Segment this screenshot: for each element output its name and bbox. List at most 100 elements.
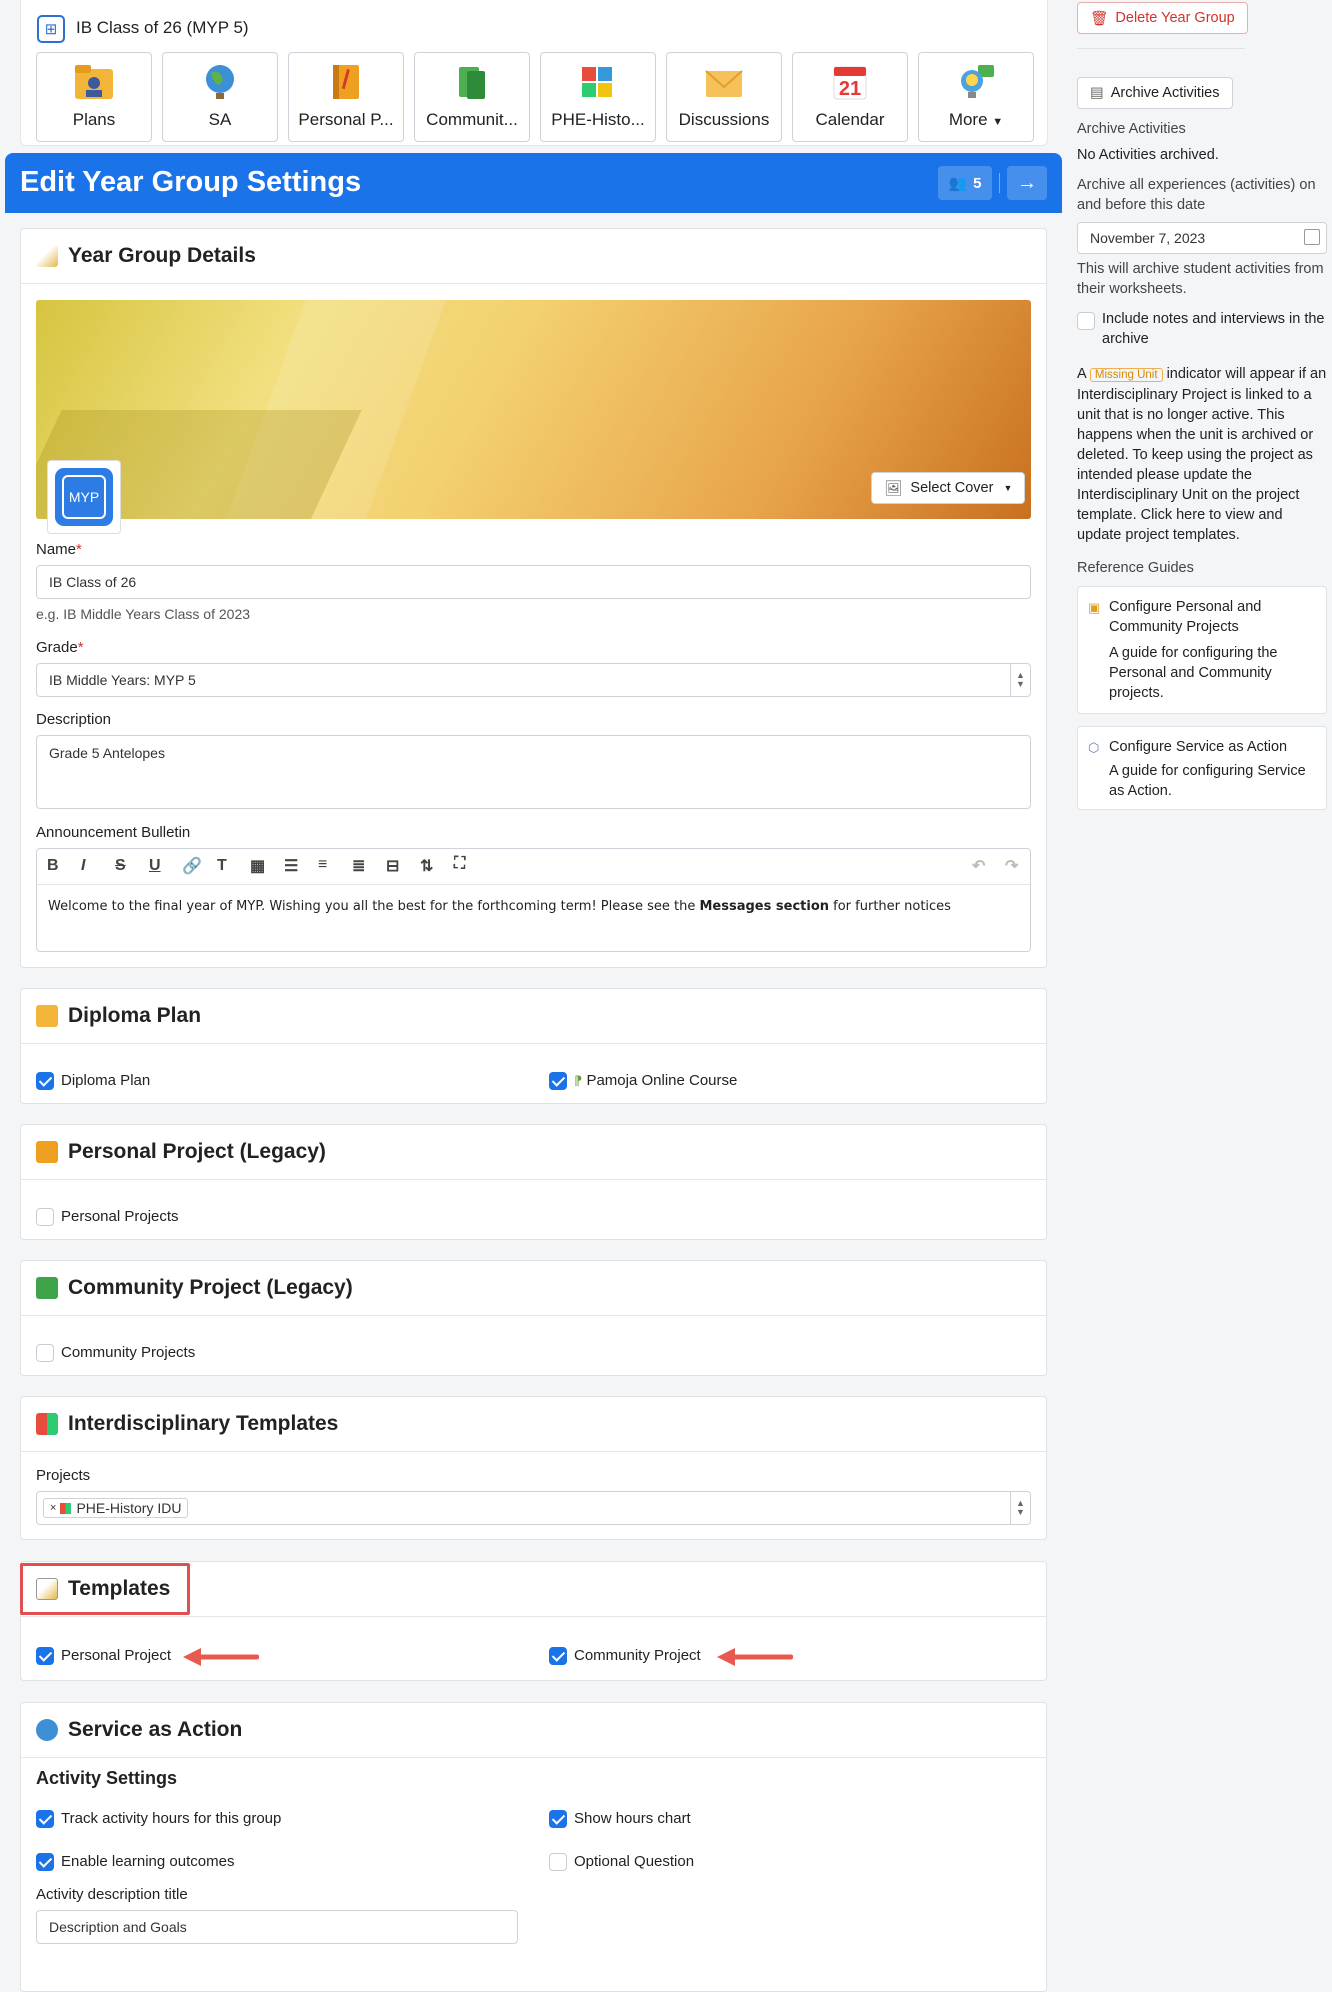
panel-title: Diploma Plan: [68, 1004, 202, 1027]
undo-icon[interactable]: ↶: [972, 856, 985, 876]
description-textarea[interactable]: Grade 5 Antelopes: [36, 735, 1031, 809]
grade-label: Grade*: [36, 639, 84, 656]
personal-project-checkbox[interactable]: [36, 1647, 54, 1665]
personal-project-label: Personal Project: [61, 1647, 172, 1664]
remove-tag-icon[interactable]: ×: [50, 1502, 56, 1514]
tile-more[interactable]: More ▼: [918, 52, 1034, 142]
projects-label: Projects: [36, 1467, 91, 1484]
interdisciplinary-panel: Interdisciplinary Templates Projects × PH…: [20, 1396, 1047, 1540]
archive-icon: ▤: [1090, 85, 1104, 101]
bullet-list-icon[interactable]: ☰: [284, 856, 298, 876]
archive-date-input[interactable]: November 7, 2023: [1077, 222, 1327, 254]
learning-outcomes-label: Enable learning outcomes: [61, 1853, 235, 1870]
name-input[interactable]: IB Class of 26: [36, 565, 1031, 599]
diploma-plan-panel: Diploma Plan Diploma Plan ⁋ Pamoja Onlin…: [20, 988, 1047, 1104]
delete-year-group-button[interactable]: 🗑 Delete Year Group: [1077, 2, 1248, 34]
members-button[interactable]: 👥 5: [938, 166, 992, 200]
tile-label: Personal P...: [298, 110, 394, 129]
align-icon[interactable]: ≣: [352, 856, 365, 876]
underline-icon[interactable]: U: [149, 857, 161, 875]
show-hours-chart-label: Show hours chart: [574, 1810, 691, 1827]
select-cover-button[interactable]: 🖼 Select Cover ▼: [871, 472, 1026, 504]
missing-unit-info: A Missing Unit indicator will appear if …: [1077, 366, 1327, 543]
learning-outcomes-checkbox[interactable]: [36, 1853, 54, 1871]
caret-down-icon: ▼: [992, 116, 1004, 128]
select-arrows-icon: ▲ ▼: [1010, 1492, 1030, 1524]
svg-text:21: 21: [839, 78, 861, 100]
activity-desc-title-label: Activity description title: [36, 1886, 188, 1903]
personal-project-panel: Personal Project (Legacy) Personal Proje…: [20, 1124, 1047, 1240]
community-projects-checkbox[interactable]: [36, 1344, 54, 1362]
tile-phe-history[interactable]: PHE-Histo...: [540, 52, 656, 142]
community-project-checkbox[interactable]: [549, 1647, 567, 1665]
pamoja-logo-icon: ⁋: [574, 1073, 583, 1088]
notebook-icon: [333, 65, 359, 99]
tile-plans[interactable]: Plans: [36, 52, 152, 142]
no-archived-text: No Activities archived.: [1077, 147, 1219, 163]
activity-desc-title-input[interactable]: Description and Goals: [36, 1910, 518, 1944]
divider: [1077, 48, 1245, 49]
trash-icon: 🗑: [1090, 10, 1109, 27]
personal-projects-label: Personal Projects: [61, 1208, 179, 1225]
optional-question-checkbox[interactable]: [549, 1853, 567, 1871]
strikethrough-icon[interactable]: S: [115, 857, 126, 875]
memo-icon: [36, 245, 58, 267]
tile-community-project[interactable]: Communit...: [414, 52, 530, 142]
panel-title: Community Project (Legacy): [68, 1276, 353, 1299]
include-notes-checkbox[interactable]: [1077, 312, 1095, 330]
fullscreen-icon[interactable]: ⛶: [454, 855, 465, 873]
redo-icon[interactable]: ↷: [1005, 856, 1018, 876]
class-header-card: ⊞ IB Class of 26 (MYP 5) Plans SA Person…: [20, 0, 1048, 146]
settings-title: Edit Year Group Settings: [20, 166, 362, 198]
grade-select[interactable]: IB Middle Years: MYP 5 ▲ ▼: [36, 663, 1031, 697]
track-hours-checkbox[interactable]: [36, 1810, 54, 1828]
show-hours-chart-checkbox[interactable]: [549, 1810, 567, 1828]
templates-panel: Templates Personal Project Community Pro…: [20, 1561, 1047, 1681]
clear-format-icon[interactable]: ⇅: [420, 856, 433, 876]
panel-title: Interdisciplinary Templates: [68, 1412, 339, 1435]
tile-discussions[interactable]: Discussions: [666, 52, 782, 142]
italic-icon[interactable]: I: [81, 857, 85, 875]
books-icon: [36, 1277, 58, 1299]
projects-select[interactable]: × PHE-History IDU ▲ ▼: [36, 1491, 1031, 1525]
globe-icon: [206, 65, 234, 99]
archive-activities-button[interactable]: ▤ Archive Activities: [1077, 77, 1233, 109]
service-as-action-panel: Service as Action Activity Settings Trac…: [20, 1702, 1047, 1992]
next-arrow-button[interactable]: →: [1007, 166, 1047, 200]
archive-heading: Archive Activities: [1077, 121, 1186, 137]
puzzle-icon: [582, 67, 612, 97]
guide-description: A guide for configuring Service as Actio…: [1109, 763, 1306, 799]
link-icon[interactable]: 🔗: [182, 856, 202, 876]
panel-title: Personal Project (Legacy): [68, 1140, 326, 1163]
bulletin-editor[interactable]: B I S U 🔗 T ▦ ☰ ≡ ≣ ⊟ ⇅ ⛶ ↶ ↷ Welcome to…: [36, 848, 1031, 952]
grid-icon[interactable]: ⊞: [37, 15, 65, 43]
panel-title: Service as Action: [68, 1718, 243, 1741]
bold-icon[interactable]: B: [47, 857, 59, 875]
bulletin-label: Announcement Bulletin: [36, 824, 191, 841]
editor-toolbar: B I S U 🔗 T ▦ ☰ ≡ ≣ ⊟ ⇅ ⛶ ↶ ↷: [37, 849, 1030, 885]
table-icon[interactable]: ▦: [250, 856, 265, 876]
tile-sa[interactable]: SA: [162, 52, 278, 142]
guide-title: Configure Personal and Community Project…: [1109, 599, 1262, 635]
text-size-icon[interactable]: T: [217, 857, 227, 875]
activity-settings-heading: Activity Settings: [36, 1768, 178, 1788]
personal-projects-checkbox[interactable]: [36, 1208, 54, 1226]
calendar-icon[interactable]: [1304, 229, 1320, 245]
select-arrows-icon: ▲ ▼: [1010, 664, 1030, 696]
image-icon: 🖼: [884, 480, 903, 497]
tile-personal-project[interactable]: Personal P...: [288, 52, 404, 142]
books-icon: [459, 67, 485, 99]
logo-text: MYP: [62, 475, 106, 519]
tile-calendar[interactable]: 21 Calendar: [792, 52, 908, 142]
horizontal-rule-icon[interactable]: ⊟: [386, 856, 399, 876]
diploma-plan-checkbox[interactable]: [36, 1072, 54, 1090]
numbered-list-icon[interactable]: ≡: [318, 856, 327, 874]
arrow-right-icon: →: [1017, 171, 1037, 194]
reference-guides-heading: Reference Guides: [1077, 560, 1194, 576]
pamoja-checkbox[interactable]: [549, 1072, 567, 1090]
include-notes-label: Include notes and interviews in the arch…: [1102, 311, 1325, 347]
bulletin-content[interactable]: Welcome to the final year of MYP. Wishin…: [48, 899, 1020, 914]
guide-card-service-as-action[interactable]: ⬡ Configure Service as Action A guide fo…: [1077, 726, 1327, 810]
guide-card-personal-community[interactable]: ▣ Configure Personal and Community Proje…: [1077, 586, 1327, 714]
guide-title: Configure Service as Action: [1109, 739, 1288, 755]
